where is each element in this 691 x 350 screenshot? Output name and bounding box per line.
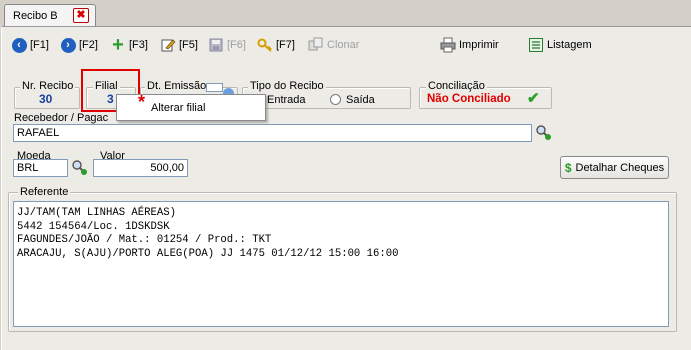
menu-item-alterar-filial[interactable]: Alterar filial [151, 102, 205, 114]
f3-label: [F3] [129, 39, 148, 51]
dollar-icon: $ [564, 160, 572, 175]
f6-save-button[interactable]: [F6] [208, 36, 246, 54]
f6-label: [F6] [227, 39, 246, 51]
tipo-option-entrada-label[interactable]: Entrada [267, 94, 306, 106]
clonar-label: Clonar [327, 39, 360, 51]
save-disk-icon [208, 37, 224, 53]
f1-label: [F1] [30, 39, 49, 51]
tipo-saida-radio[interactable] [330, 94, 341, 105]
moeda-field[interactable]: BRL [13, 159, 68, 177]
conciliacao-status: Não Conciliado [427, 93, 511, 105]
conciliacao-label: Conciliação [426, 80, 487, 92]
f7-key-button[interactable]: [F7] [257, 36, 295, 54]
plus-icon: + [112, 34, 124, 56]
referente-line: 5442 154564/Loc. 1DSKDSK [17, 220, 170, 233]
tipo-recibo-label: Tipo do Recibo [248, 80, 326, 92]
asterisk-icon: * [138, 92, 146, 112]
search-recebedor-button[interactable] [534, 123, 553, 142]
nr-recibo-label: Nr. Recibo [20, 80, 76, 92]
listagem-button[interactable]: Listagem [528, 36, 592, 54]
magnifier-icon [536, 125, 551, 140]
clonar-button[interactable]: Clonar [308, 36, 359, 54]
detalhar-cheques-button[interactable]: $ Detalhar Cheques [560, 156, 669, 179]
imprimir-label: Imprimir [459, 39, 499, 51]
f2-label: [F2] [79, 39, 98, 51]
f2-button[interactable]: › [F2] [60, 36, 98, 54]
detalhar-cheques-label: Detalhar Cheques [575, 161, 665, 174]
nr-recibo-value: 30 [39, 92, 53, 106]
recebedor-field[interactable]: RAFAEL [13, 124, 532, 142]
checkmark-icon[interactable]: ✔ [527, 89, 540, 107]
search-moeda-button[interactable] [70, 158, 89, 177]
referente-line: FAGUNDES/JOÃO / Mat.: 01254 / Prod.: TKT [17, 234, 272, 247]
arrow-right-icon: › [60, 37, 76, 53]
f7-label: [F7] [276, 39, 295, 51]
dt-emissao-field[interactable] [206, 83, 223, 92]
dt-emissao-label: Dt. Emissão: [145, 80, 212, 92]
printer-icon [440, 37, 456, 53]
valor-field[interactable]: 500,00 [93, 159, 188, 177]
recebedor-label: Recebedor / Pagac [14, 112, 109, 124]
close-tab-icon[interactable]: ✖ [73, 8, 89, 23]
referente-label: Referente [18, 186, 71, 198]
list-icon [528, 37, 544, 53]
magnifier-icon [72, 160, 87, 175]
referente-memo[interactable]: JJ/TAM(TAM LINHAS AÉREAS) 5442 154564/Loc… [13, 201, 669, 327]
f5-edit-button[interactable]: [F5] [160, 36, 198, 54]
tab-recibo-b[interactable]: Recibo B ✖ [4, 4, 96, 26]
f1-button[interactable]: ‹ [F1] [11, 36, 49, 54]
context-menu: * Alterar filial [116, 92, 266, 121]
referente-line: ARACAJU, S(AJU)/PORTO ALEG(POA) JJ 1475 … [17, 247, 399, 260]
f3-new-button[interactable]: + [F3] [110, 34, 148, 56]
referente-line: JJ/TAM(TAM LINHAS AÉREAS) [17, 207, 176, 219]
key-icon [257, 37, 273, 53]
tab-label: Recibo B [13, 10, 58, 22]
f5-label: [F5] [179, 39, 198, 51]
tipo-option-saida-label[interactable]: Saída [346, 94, 375, 106]
clone-icon [308, 37, 324, 53]
imprimir-button[interactable]: Imprimir [440, 36, 499, 54]
arrow-left-icon: ‹ [11, 37, 27, 53]
pencil-edit-icon [160, 37, 176, 53]
listagem-label: Listagem [547, 39, 592, 51]
